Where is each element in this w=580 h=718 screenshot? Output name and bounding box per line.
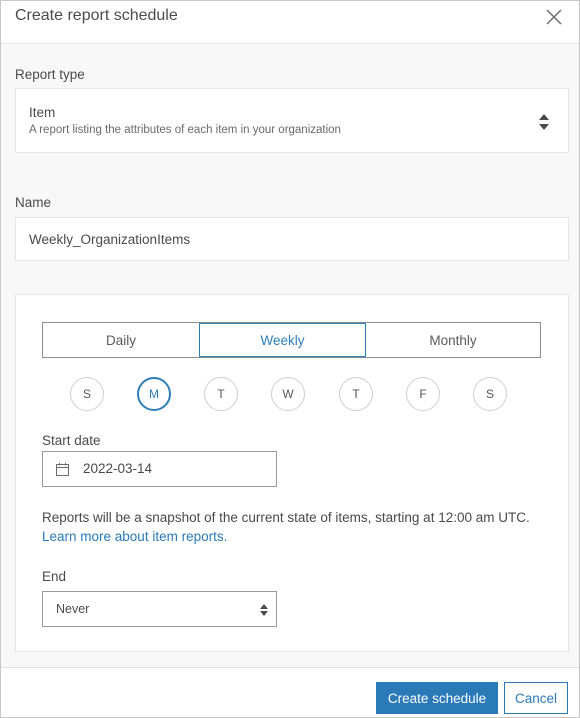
- close-icon: [546, 9, 562, 25]
- name-label: Name: [15, 195, 52, 210]
- calendar-icon: [56, 463, 69, 476]
- dialog-header: Create report schedule: [1, 1, 579, 44]
- start-date-value: 2022-03-14: [83, 461, 153, 476]
- snapshot-info-text: Reports will be a snapshot of the curren…: [42, 510, 530, 525]
- day-monday-button[interactable]: M: [137, 377, 171, 411]
- name-field[interactable]: [15, 217, 569, 261]
- end-value: Never: [56, 602, 90, 616]
- end-label: End: [42, 569, 67, 584]
- close-button[interactable]: [543, 6, 565, 28]
- cancel-button[interactable]: Cancel: [504, 682, 568, 714]
- frequency-segmented-control: Daily Weekly Monthly: [42, 322, 541, 358]
- day-friday-button[interactable]: F: [406, 377, 440, 411]
- day-saturday-button[interactable]: S: [473, 377, 507, 411]
- frequency-daily-button[interactable]: Daily: [43, 323, 199, 357]
- report-type-value: Item: [29, 105, 56, 120]
- learn-more-link[interactable]: Learn more about item reports.: [42, 529, 227, 544]
- start-date-input[interactable]: 2022-03-14: [42, 451, 277, 487]
- create-report-schedule-dialog: Create report schedule Report type Item …: [0, 0, 580, 718]
- end-select[interactable]: Never: [42, 591, 277, 627]
- day-tuesday-button[interactable]: T: [204, 377, 238, 411]
- start-date-label: Start date: [42, 433, 101, 448]
- report-type-label: Report type: [15, 67, 85, 82]
- day-sunday-button[interactable]: S: [70, 377, 104, 411]
- report-type-select[interactable]: Item A report listing the attributes of …: [15, 88, 569, 153]
- dialog-title: Create report schedule: [15, 7, 178, 24]
- create-schedule-button[interactable]: Create schedule: [376, 682, 498, 714]
- up-down-chevron-icon: [260, 604, 268, 616]
- frequency-weekly-button[interactable]: Weekly: [199, 323, 366, 357]
- day-thursday-button[interactable]: T: [339, 377, 373, 411]
- frequency-monthly-button[interactable]: Monthly: [366, 323, 540, 357]
- up-down-chevron-icon: [539, 114, 549, 130]
- report-type-description: A report listing the attributes of each …: [29, 124, 341, 136]
- dialog-footer: Create schedule Cancel: [1, 667, 579, 717]
- day-wednesday-button[interactable]: W: [271, 377, 305, 411]
